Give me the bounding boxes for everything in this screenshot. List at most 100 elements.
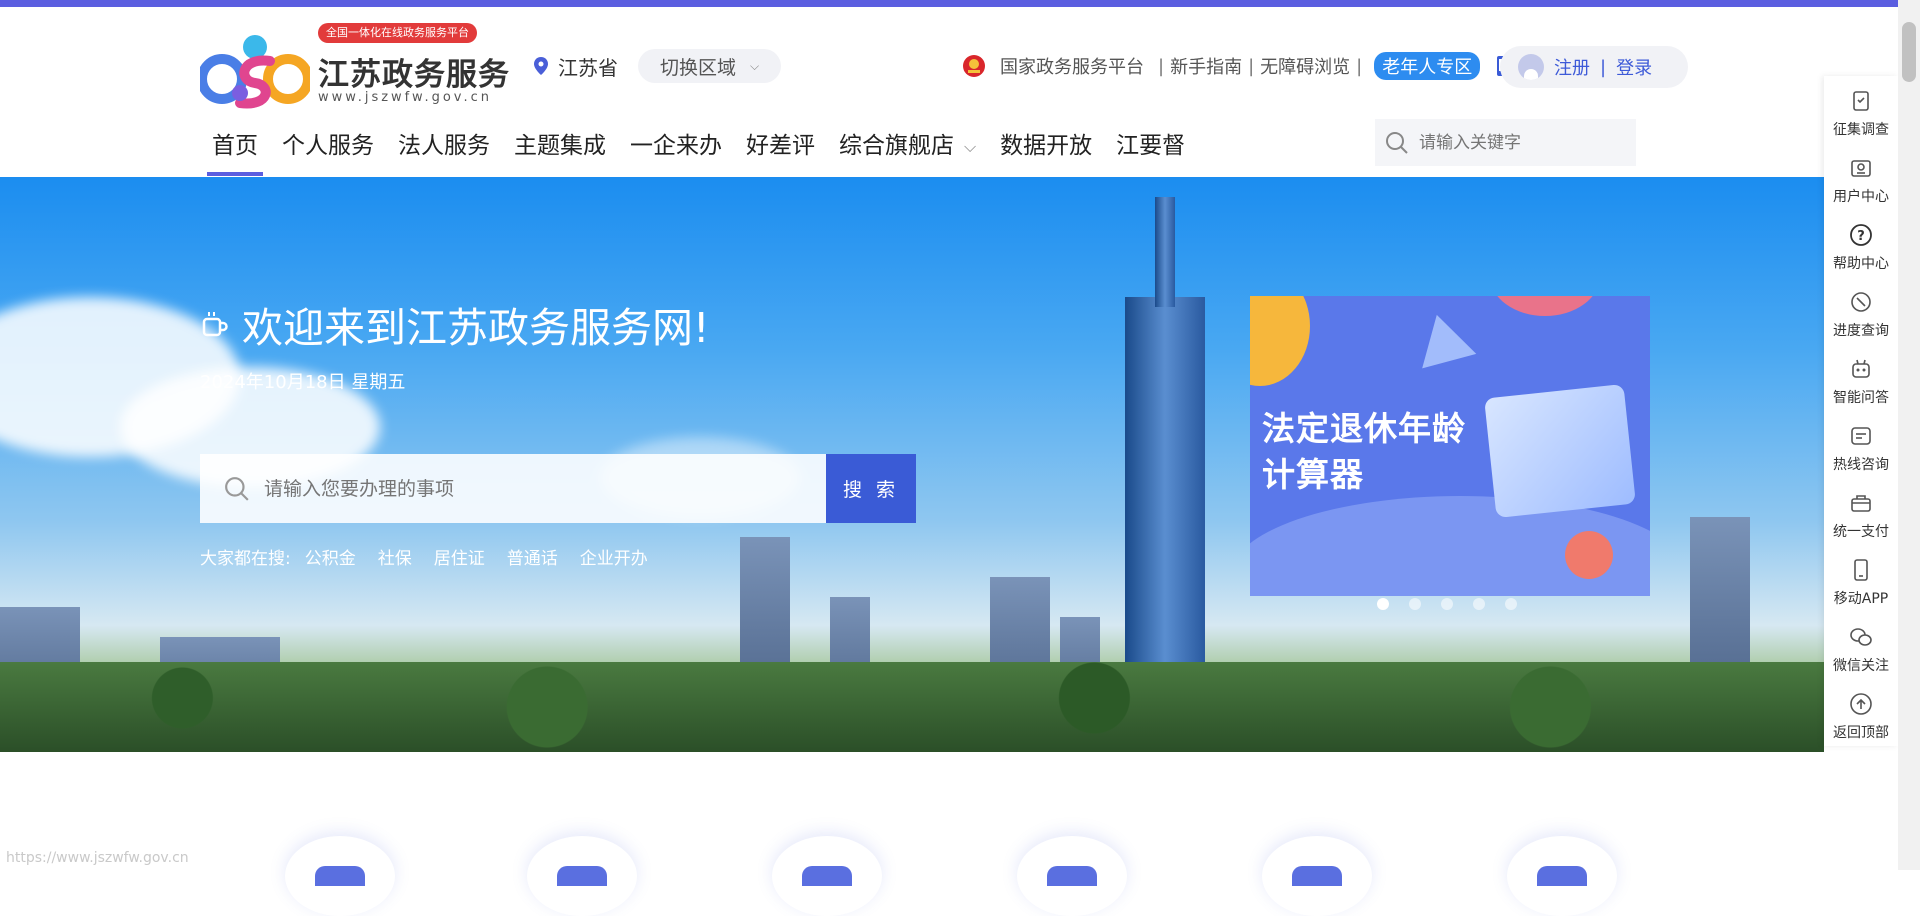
sidebar-item-label: 征集调查 bbox=[1833, 122, 1889, 138]
carousel-dot[interactable] bbox=[1377, 598, 1389, 610]
sidebar-item-back-to-top[interactable]: 返回顶部 bbox=[1824, 679, 1898, 746]
sidebar-item-hotline[interactable]: 热线咨询 bbox=[1824, 411, 1898, 478]
region-selector: 江苏省 切换区域 ⌵ bbox=[534, 48, 782, 84]
site-logo[interactable]: 全国一体化在线政务服务平台 江苏政务服务 www.jszwfw.gov.cn bbox=[200, 23, 509, 113]
carousel-dot[interactable] bbox=[1441, 598, 1453, 610]
sidebar-item-label: 进度查询 bbox=[1833, 323, 1889, 339]
sidebar-item-label: 统一支付 bbox=[1833, 524, 1889, 540]
user-center-icon bbox=[1851, 160, 1871, 177]
service-category-icon[interactable] bbox=[285, 836, 395, 916]
avatar bbox=[1518, 54, 1544, 80]
carousel-dots bbox=[1377, 598, 1517, 610]
sidebar-item-user-center[interactable]: 用户中心 bbox=[1824, 143, 1898, 210]
decorative-circle bbox=[1490, 296, 1600, 316]
service-category-icon[interactable] bbox=[527, 836, 637, 916]
sidebar-item-payment[interactable]: 统一支付 bbox=[1824, 478, 1898, 545]
back-to-top-icon bbox=[1850, 693, 1872, 715]
sidebar-item-wechat[interactable]: 微信关注 bbox=[1824, 612, 1898, 679]
nav-item-open-data[interactable]: 数据开放 bbox=[988, 116, 1104, 176]
sidebar-item-label: 返回顶部 bbox=[1833, 725, 1889, 741]
current-province: 江苏省 bbox=[558, 55, 618, 80]
hot-search-term[interactable]: 公积金 bbox=[305, 544, 356, 569]
hotline-icon bbox=[1851, 427, 1871, 445]
welcome-text: 欢迎来到江苏政务服务网! bbox=[242, 304, 710, 352]
decorative-circle bbox=[1565, 531, 1613, 579]
hot-search-term[interactable]: 居住证 bbox=[434, 544, 485, 569]
hot-searches-label: 大家都在搜: bbox=[200, 549, 291, 569]
elder-zone-link[interactable]: 老年人专区 bbox=[1374, 52, 1481, 80]
hero-search: 搜 索 bbox=[200, 454, 916, 523]
sidebar-item-label: 用户中心 bbox=[1833, 189, 1889, 205]
chevron-down-icon: ⌵ bbox=[750, 58, 760, 73]
nav-item-themes[interactable]: 主题集成 bbox=[502, 116, 618, 176]
carousel-dot[interactable] bbox=[1473, 598, 1485, 610]
platform-badge: 全国一体化在线政务服务平台 bbox=[318, 23, 477, 43]
switch-region-button[interactable]: 切换区域 ⌵ bbox=[638, 49, 782, 83]
login-link[interactable]: 登录 bbox=[1616, 54, 1652, 80]
sidebar-item-label: 智能问答 bbox=[1833, 390, 1889, 406]
skyscraper-spire-decoration bbox=[1155, 197, 1175, 307]
mobile-app-icon bbox=[1854, 559, 1868, 581]
service-category-icon[interactable] bbox=[1507, 836, 1617, 916]
top-links: 国家政务服务平台 | 新手指南 | 无障碍浏览 | 老年人专区 bbox=[962, 46, 1524, 86]
promo-carousel-slide[interactable]: 法定退休年龄 计算器 bbox=[1250, 296, 1650, 596]
carousel-dot[interactable] bbox=[1409, 598, 1421, 610]
progress-icon bbox=[1851, 292, 1871, 312]
hero-search-input[interactable] bbox=[264, 477, 764, 500]
hot-search-term[interactable]: 社保 bbox=[378, 544, 412, 569]
guide-link[interactable]: 新手指南 bbox=[1170, 53, 1242, 79]
service-category-icon[interactable] bbox=[772, 836, 882, 916]
hot-search-term[interactable]: 普通话 bbox=[507, 544, 558, 569]
search-icon[interactable] bbox=[1385, 131, 1409, 155]
nav-item-review[interactable]: 好差评 bbox=[734, 116, 827, 176]
main-nav: 首页 个人服务 法人服务 主题集成 一企来办 好差评 综合旗舰店 ⌵ 数据开放 江… bbox=[200, 116, 1197, 176]
national-platform-link[interactable]: 国家政务服务平台 bbox=[1000, 53, 1144, 79]
sidebar-item-help[interactable]: ? 帮助中心 bbox=[1824, 210, 1898, 277]
separator: | bbox=[1248, 55, 1255, 77]
register-link[interactable]: 注册 bbox=[1554, 54, 1590, 80]
site-domain: www.jszwfw.gov.cn bbox=[318, 90, 493, 105]
hero-search-box bbox=[200, 454, 826, 523]
page-scrollbar[interactable] bbox=[1898, 0, 1920, 870]
location-pin-icon bbox=[534, 57, 548, 75]
sidebar-item-label: 微信关注 bbox=[1833, 658, 1889, 674]
top-accent-bar bbox=[0, 0, 1898, 7]
national-emblem-icon bbox=[963, 55, 985, 77]
separator: | bbox=[1600, 56, 1607, 78]
sidebar-item-label: 帮助中心 bbox=[1833, 256, 1889, 272]
sidebar-item-label: 热线咨询 bbox=[1833, 457, 1889, 473]
sidebar-item-ai-qa[interactable]: 智能问答 bbox=[1824, 344, 1898, 411]
nav-item-corporate[interactable]: 法人服务 bbox=[386, 116, 502, 176]
hero-search-button[interactable]: 搜 索 bbox=[826, 454, 916, 523]
promo-title-line: 计算器 bbox=[1262, 455, 1364, 494]
sidebar-item-mobile-app[interactable]: 移动APP bbox=[1824, 545, 1898, 612]
nav-item-home[interactable]: 首页 bbox=[200, 116, 270, 176]
service-category-icon[interactable] bbox=[1262, 836, 1372, 916]
search-icon bbox=[225, 476, 249, 501]
decorative-circle bbox=[1250, 296, 1310, 386]
floating-sidebar: 征集调查 用户中心 ? 帮助中心 进度查询 智能问答 热线咨询 统一支付 移动A… bbox=[1824, 76, 1898, 746]
status-bar-url: https://www.jszwfw.gov.cn bbox=[6, 850, 189, 866]
survey-icon bbox=[1853, 91, 1869, 111]
separator: | bbox=[1158, 55, 1165, 77]
nav-item-enterprise[interactable]: 一企来办 bbox=[618, 116, 734, 176]
hot-search-term[interactable]: 企业开办 bbox=[580, 544, 648, 569]
welcome-heading: 欢迎来到江苏政务服务网! bbox=[200, 294, 709, 354]
sidebar-item-label: 移动APP bbox=[1833, 591, 1889, 607]
service-category-icon[interactable] bbox=[1017, 836, 1127, 916]
sidebar-item-survey[interactable]: 征集调查 bbox=[1824, 76, 1898, 143]
nav-item-personal[interactable]: 个人服务 bbox=[270, 116, 386, 176]
nav-search-input[interactable] bbox=[1419, 132, 1619, 153]
chevron-down-icon: ⌵ bbox=[964, 136, 977, 156]
sidebar-item-progress[interactable]: 进度查询 bbox=[1824, 277, 1898, 344]
payment-icon bbox=[1851, 495, 1871, 512]
coffee-cup-icon bbox=[202, 312, 228, 337]
nav-item-supervision[interactable]: 江要督 bbox=[1104, 116, 1197, 176]
carousel-dot[interactable] bbox=[1505, 598, 1517, 610]
calculator-illustration-icon bbox=[1484, 384, 1636, 518]
scrollbar-thumb[interactable] bbox=[1902, 22, 1916, 82]
svg-text:?: ? bbox=[1857, 229, 1865, 244]
accessible-link[interactable]: 无障碍浏览 bbox=[1260, 53, 1350, 79]
decorative-triangle bbox=[1409, 307, 1477, 369]
nav-item-flagship[interactable]: 综合旗舰店 ⌵ bbox=[827, 116, 988, 176]
